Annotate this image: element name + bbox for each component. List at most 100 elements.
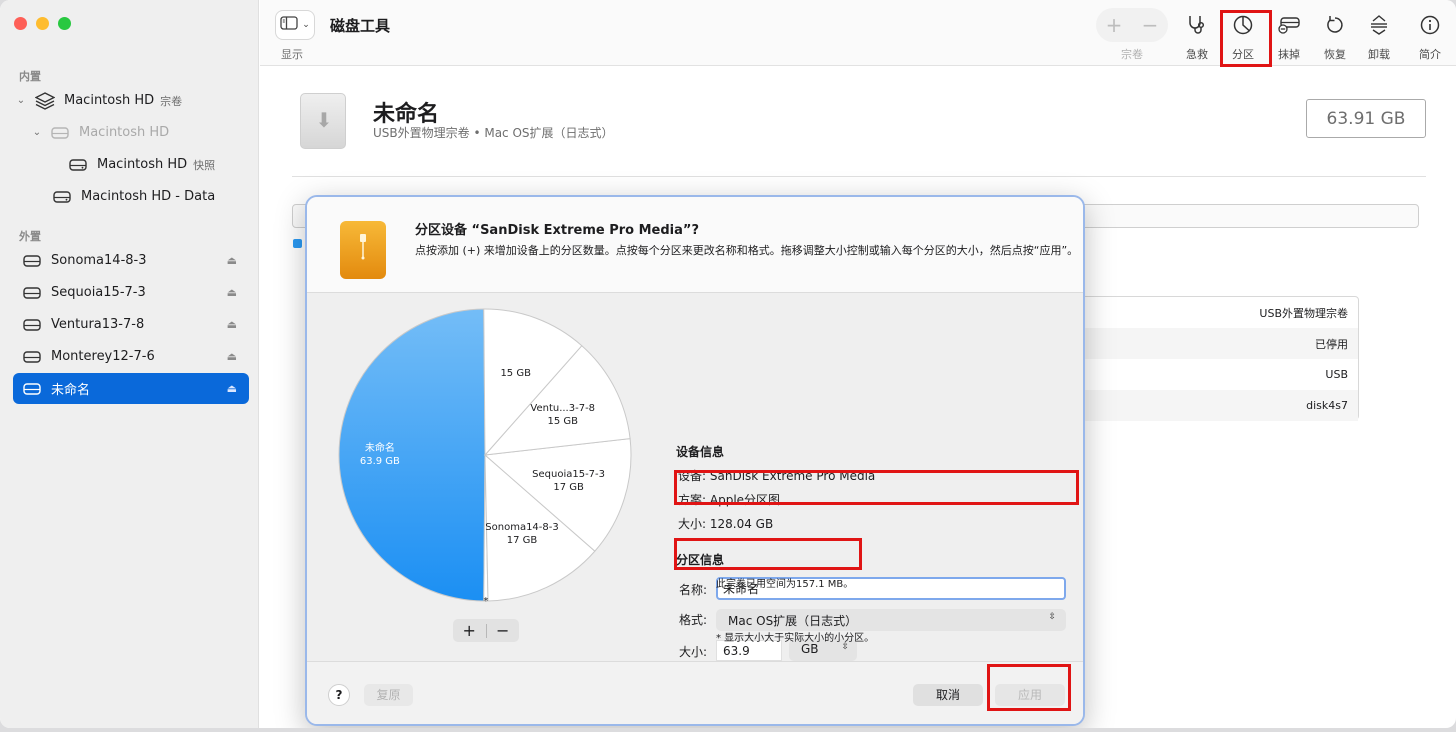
unmount-icon	[1362, 8, 1396, 42]
sidebar-item-untitled[interactable]: 未命名 ⏏	[13, 373, 249, 404]
device-info-title: 设备信息	[676, 445, 725, 459]
pie-label-name: Ventu...3-7-8	[530, 402, 596, 414]
zoom-window-button[interactable]	[58, 17, 71, 30]
divider	[292, 176, 1426, 177]
restore-label: 恢复	[1324, 48, 1346, 61]
partition-button[interactable]: 分区	[1221, 8, 1265, 64]
name-label: 名称:	[679, 583, 708, 597]
sidebar-item-sub: 快照	[193, 158, 216, 172]
sidebar-item-snapshot[interactable]: Macintosh HD 快照	[13, 149, 249, 180]
external-disk-icon	[23, 382, 41, 395]
info-row-type: USB外置物理宗卷	[1259, 306, 1348, 320]
sidebar-section-external: 外置	[19, 230, 41, 243]
sidebar-item-monterey[interactable]: Monterey12-7-6 ⏏	[13, 341, 249, 372]
device-name-row: 设备: SanDisk Extreme Pro Media	[678, 469, 876, 483]
updown-chevron-icon: ⇳	[1048, 612, 1056, 622]
window-controls	[14, 17, 71, 30]
sidebar-item-sequoia[interactable]: Sequoia15-7-3 ⏏	[13, 277, 249, 308]
toolbar: ⌄ 显示 磁盘工具 + − 宗卷 急救 分区 抹掉 恢复 卸载 简介	[260, 0, 1456, 66]
eject-icon[interactable]: ⏏	[227, 318, 237, 331]
sidebar-item-macintosh-hd[interactable]: ⌄ Macintosh HD	[13, 117, 249, 148]
partition-sheet: 分区设备 “SanDisk Extreme Pro Media”? 点按添加 (…	[305, 195, 1085, 726]
disk-icon	[51, 126, 69, 139]
pie-label-value: 15 GB	[547, 415, 578, 427]
sidebar-item-label: 未命名	[51, 383, 91, 398]
sidebar: 内置 ⌄ Macintosh HD 宗卷 ⌄ Macintosh HD Maci…	[0, 0, 259, 728]
eject-icon[interactable]: ⏏	[227, 350, 237, 363]
erase-disk-icon	[1272, 8, 1306, 42]
eject-icon[interactable]: ⏏	[227, 382, 237, 395]
pie-label-name: 未命名	[364, 443, 395, 454]
sidebar-item-sonoma[interactable]: Sonoma14-8-3 ⏏	[13, 245, 249, 276]
remove-partition-button[interactable]: −	[487, 621, 520, 641]
volume-capacity: 63.91 GB	[1306, 99, 1426, 138]
sidebar-item-ventura[interactable]: Ventura13-7-8 ⏏	[13, 309, 249, 340]
volume-disk-icon: ⬇	[300, 93, 346, 149]
view-label: 显示	[281, 48, 303, 61]
minimize-window-button[interactable]	[36, 17, 49, 30]
format-select[interactable]: Mac OS扩展（日志式） ⇳	[716, 609, 1066, 631]
format-label: 格式:	[679, 613, 708, 627]
erase-label: 抹掉	[1278, 48, 1300, 61]
sheet-footer: ? 复原 取消 应用	[307, 661, 1083, 724]
info-icon	[1413, 8, 1447, 42]
volume-description: USB外置物理宗卷 • Mac OS扩展（日志式）	[373, 126, 614, 140]
pie-label-4: Ventu...3-7-8 15 GB	[513, 402, 613, 428]
sheet-title: 分区设备 “SanDisk Extreme Pro Media”?	[415, 223, 699, 238]
sidebar-item-label: Sonoma14-8-3	[51, 253, 147, 268]
partition-add-remove: + −	[453, 619, 519, 642]
pie-label-0: 未命名 63.9 GB	[330, 442, 430, 468]
restore-icon	[1318, 8, 1352, 42]
external-disk-icon	[23, 254, 41, 267]
sidebar-item-label: Macintosh HD	[97, 157, 188, 172]
info-row-device: disk4s7	[1081, 390, 1358, 421]
info-row-status: 已停用	[1081, 328, 1358, 359]
chevron-down-icon[interactable]: ⌄	[15, 95, 27, 106]
volume-info-table: USB外置物理宗卷 已停用 USB disk4s7	[1080, 296, 1359, 421]
first-aid-button[interactable]: 急救	[1175, 8, 1219, 64]
partition-label: 分区	[1232, 48, 1254, 61]
add-partition-button[interactable]: +	[453, 621, 486, 641]
usage-legend-swatch	[293, 239, 302, 248]
used-space-note: 此宗卷已用空间为157.1 MB。	[716, 579, 854, 590]
external-disk-icon	[23, 286, 41, 299]
sidebar-item-sub: 宗卷	[160, 94, 183, 108]
eject-icon[interactable]: ⏏	[227, 254, 237, 267]
info-button[interactable]: 简介	[1408, 8, 1452, 64]
sidebar-item-container[interactable]: ⌄ Macintosh HD 宗卷	[13, 85, 249, 116]
restore-button[interactable]: 恢复	[1313, 8, 1357, 64]
help-button[interactable]: ?	[328, 684, 350, 706]
sidebar-item-label: Macintosh HD	[79, 125, 170, 140]
sidebar-item-label: Monterey12-7-6	[51, 349, 155, 364]
partition-info-title: 分区信息	[676, 553, 725, 567]
pie-label-value: 15 GB	[500, 367, 531, 379]
revert-button[interactable]: 复原	[364, 684, 413, 706]
close-window-button[interactable]	[14, 17, 27, 30]
pie-label-name: Sequoia15-7-3	[532, 469, 606, 481]
sheet-subtitle: 点按添加 (+) 来增加设备上的分区数量。点按每个分区来更改名称和格式。拖移调整…	[415, 244, 1079, 257]
size-label: 大小:	[679, 645, 708, 659]
disk-icon	[53, 190, 71, 203]
eject-icon[interactable]: ⏏	[227, 286, 237, 299]
view-toggle-button[interactable]: ⌄	[275, 10, 315, 40]
apply-button[interactable]: 应用	[995, 684, 1065, 706]
sheet-body: + − 设备信息 设备: SanDisk Extreme Pro Media 方…	[307, 293, 1083, 661]
erase-button[interactable]: 抹掉	[1267, 8, 1311, 64]
stethoscope-icon	[1180, 8, 1214, 42]
add-volume-button[interactable]: +	[1106, 13, 1123, 37]
volume-add-remove: + −	[1096, 8, 1168, 42]
sidebar-section-internal: 内置	[19, 70, 41, 83]
unmount-button[interactable]: 卸载	[1357, 8, 1401, 64]
sheet-header: 分区设备 “SanDisk Extreme Pro Media”? 点按添加 (…	[307, 197, 1083, 293]
layers-icon	[35, 91, 55, 110]
partition-pie-icon	[1226, 8, 1260, 42]
pie-label-value: 17 GB	[553, 482, 584, 494]
app-title: 磁盘工具	[330, 17, 391, 35]
pie-label-2: Sonoma14-8-3 17 GB	[472, 521, 572, 547]
remove-volume-button[interactable]: −	[1142, 13, 1159, 37]
cancel-button[interactable]: 取消	[913, 684, 983, 706]
sidebar-item-data[interactable]: Macintosh HD - Data	[13, 181, 249, 212]
external-disk-icon	[23, 318, 41, 331]
info-label: 简介	[1419, 48, 1441, 61]
chevron-down-icon[interactable]: ⌄	[31, 127, 43, 138]
